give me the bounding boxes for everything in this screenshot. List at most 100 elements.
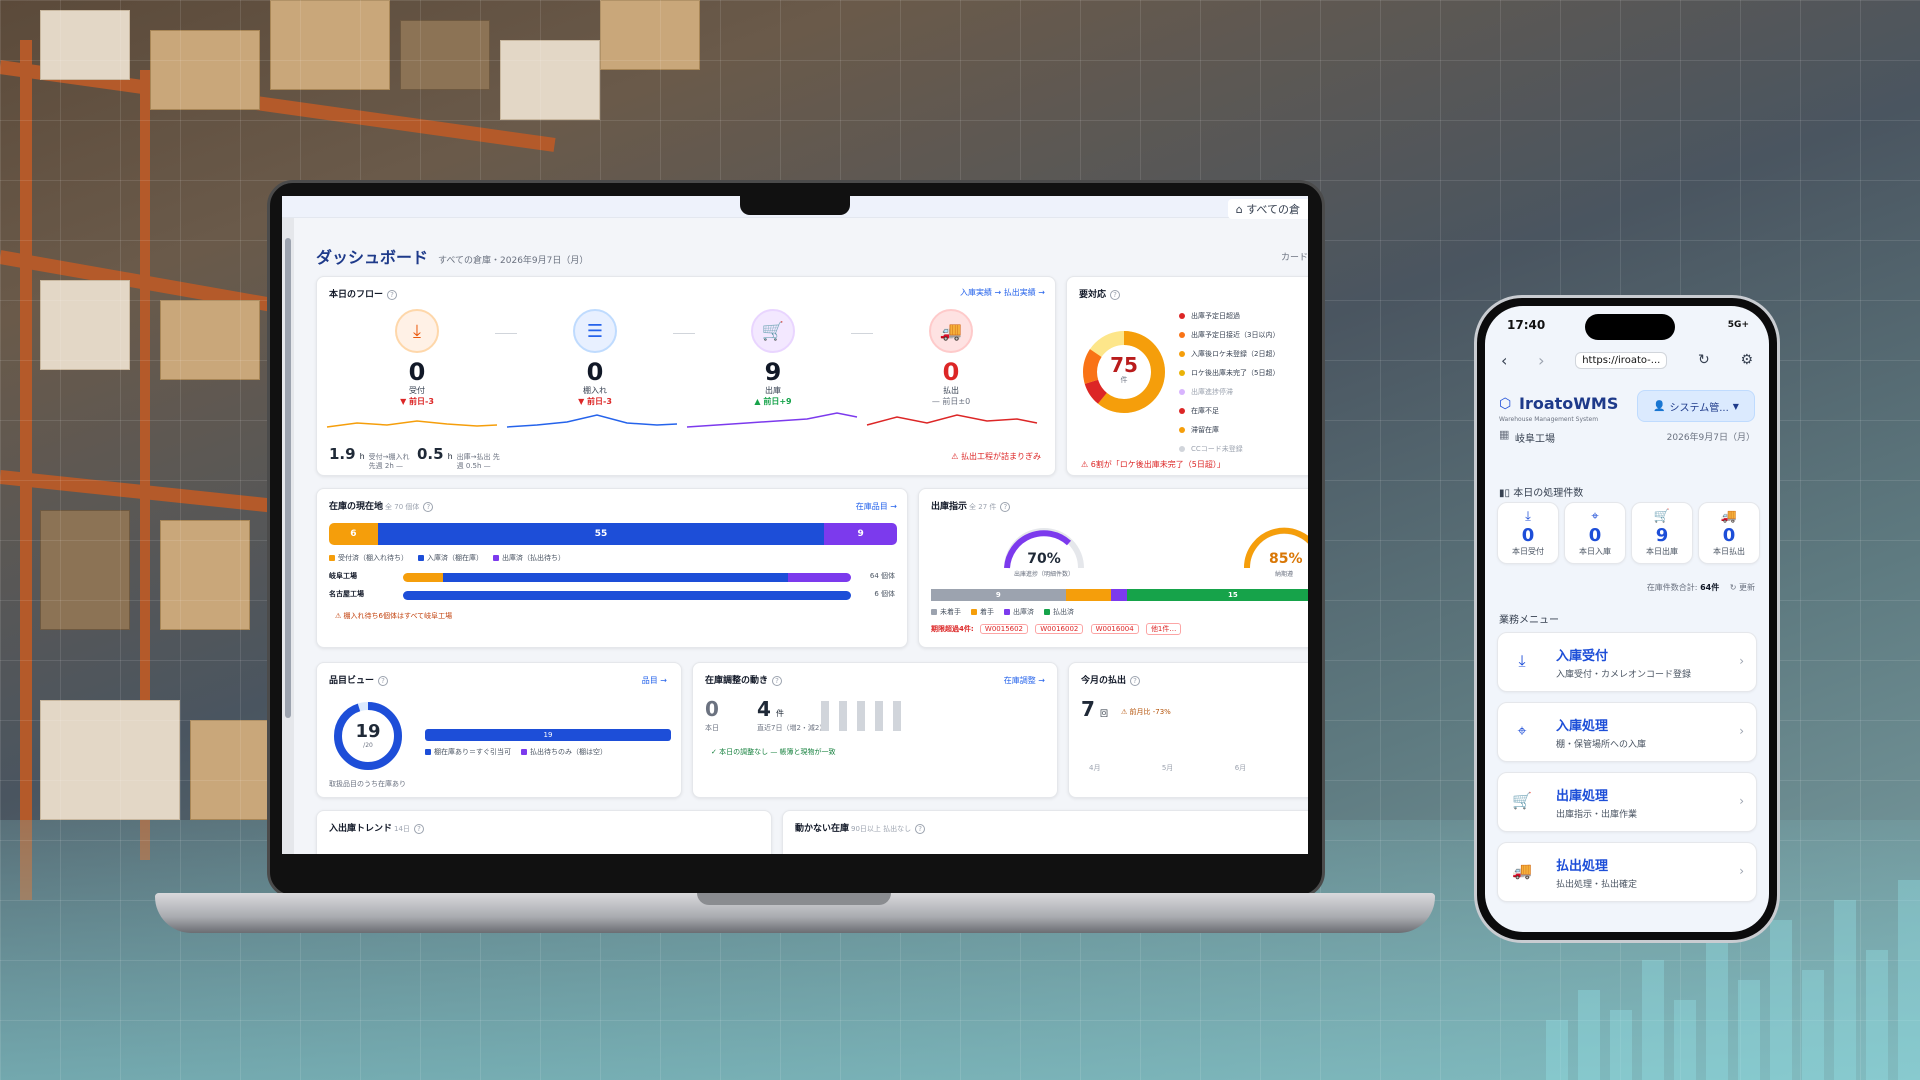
segment-shelved: 55 [377, 523, 825, 545]
warehouse-selector[interactable]: ⌂ すべての倉 [1227, 199, 1308, 219]
help-icon[interactable]: ? [378, 676, 389, 686]
user-menu-button[interactable]: 👤 システム管... ▼ [1637, 390, 1755, 422]
building-icon: ▦ [1499, 428, 1510, 441]
scrollbar[interactable] [282, 218, 294, 854]
reload-icon[interactable]: ↻ [1698, 352, 1710, 368]
back-icon[interactable]: ‹ [1501, 351, 1507, 370]
today-title: ▮▯ 本日の処理件数 [1499, 488, 1584, 499]
help-icon[interactable]: ? [1000, 502, 1011, 512]
site-row-total: 6 個体 [874, 590, 895, 598]
site-row-bar[interactable] [403, 591, 851, 600]
truck-icon: 🚚 [1720, 509, 1738, 524]
user-icon: 👤 [1653, 400, 1666, 412]
chevron-right-icon: › [1739, 724, 1744, 738]
help-icon[interactable]: ? [1130, 676, 1141, 686]
site-row-total: 64 個体 [869, 572, 895, 580]
stock-location-title: 在庫の現在地全 70 個体? [329, 499, 434, 512]
flow-item-dispatch[interactable]: 🚚 0 払出 — 前日±0 [901, 309, 1001, 407]
flow-value: 9 [764, 358, 782, 386]
flow-value: 0 [408, 358, 426, 386]
trend-title: 入出庫トレンド 14日? [329, 821, 424, 834]
site-row-bar[interactable] [403, 573, 851, 582]
attention-card: 要対応? 75 件 出庫予定日超過 出庫予定日接近（3日以内） 入庫後ロケ未登録… [1066, 276, 1308, 476]
attention-item[interactable]: 出庫予定日超過 [1179, 307, 1279, 326]
flow-label: 払出 [943, 386, 959, 395]
chevron-down-icon: ▼ [1732, 401, 1739, 411]
page-title: ダッシュボード [316, 248, 429, 267]
shipping-title: 出庫指示全 27 件? [931, 499, 1011, 512]
ontime-gauge-label: 納期遵 [1275, 571, 1294, 578]
stock-legend: 受付済（棚入れ待ち） 入庫済（棚在庫） 出庫済（払出待ち） [329, 553, 565, 563]
overdue-tag[interactable]: W0016004 [1090, 624, 1139, 634]
items-legend: 棚在庫あり＝すぐ引当可 払出待ちのみ（棚は空） [425, 747, 607, 757]
attention-item[interactable]: 出庫進捗停滞 [1179, 383, 1279, 402]
stock-note: ⚠ 棚入れ待ち6個体はすべて岐阜工場 [335, 612, 453, 620]
stock-items-link[interactable]: 在庫品目 → [856, 501, 897, 512]
help-icon[interactable]: ? [387, 290, 398, 300]
stat-receive[interactable]: ⤓ 0 本日受付 [1497, 502, 1559, 564]
shipping-stack-bar[interactable]: 9 15 [931, 589, 1308, 601]
help-icon[interactable]: ? [413, 824, 424, 834]
stat-ship[interactable]: 🛒 9 本日出庫 [1631, 502, 1693, 564]
site-row-label: 岐阜工場 [329, 572, 357, 580]
download-icon: ⤓ [395, 309, 439, 353]
attention-item[interactable]: 出庫予定日接近（3日以内） [1179, 326, 1279, 345]
menu-item-receive[interactable]: ⤓ 入庫受付 入庫受付・カメレオンコード登録 › [1497, 632, 1757, 692]
menu-item-dispatch[interactable]: 🚚 払出処理 払出処理・払出確定 › [1497, 842, 1757, 902]
overdue-row: 期限超過4件: W0015602 W0016002 W0016004 他1件… [931, 623, 1186, 635]
flow-warning: ⚠ 払出工程が詰まりぎみ [951, 452, 1041, 461]
truck-icon: 🚚 [1512, 861, 1532, 880]
site-row-label: 名古屋工場 [329, 590, 364, 598]
monthly-value: 7 回 [1081, 697, 1109, 721]
overdue-tag[interactable]: W0016002 [1035, 624, 1084, 634]
items-link[interactable]: 品目 → [642, 675, 667, 686]
url-field[interactable]: https://iroato-... [1575, 351, 1668, 369]
attention-item[interactable]: CCコード未登録 [1179, 440, 1279, 459]
items-bar[interactable]: 19 [425, 729, 671, 741]
status-network: 5G+ [1727, 320, 1749, 330]
overdue-tag[interactable]: W0015602 [979, 624, 1029, 634]
refresh-button[interactable]: ↻ 更新 [1730, 583, 1755, 592]
adjust-week: 4 件 [757, 697, 785, 721]
attention-item[interactable]: ロケ後出庫未完了（5日超） [1179, 364, 1279, 383]
flow-item-shelve[interactable]: ☰ 0 棚入れ ▼ 前日-3 [545, 309, 645, 407]
forward-icon[interactable]: › [1538, 351, 1544, 370]
flow-links[interactable]: 入庫実績 → 払出実績 → [960, 287, 1045, 298]
items-ring-value: 19 /20 [355, 721, 381, 749]
help-icon[interactable]: ? [423, 502, 434, 512]
menu-item-putaway[interactable]: ⌖ 入庫処理 棚・保管場所への入庫 › [1497, 702, 1757, 762]
stat-dispatch[interactable]: 🚚 0 本日払出 [1698, 502, 1760, 564]
attention-item[interactable]: 入庫後ロケ未登録（2日超） [1179, 345, 1279, 364]
overdue-tag[interactable]: 他1件… [1145, 623, 1182, 635]
monthly-title: 今月の払出? [1081, 673, 1141, 686]
chevron-right-icon: › [1739, 794, 1744, 808]
attention-item[interactable]: 滞留在庫 [1179, 421, 1279, 440]
card-settings-link[interactable]: カード [1281, 250, 1308, 263]
help-icon[interactable]: ? [915, 824, 926, 834]
menu-title: 業務メニュー [1499, 615, 1559, 626]
menu-item-ship[interactable]: 🛒 出庫処理 出庫指示・出庫作業 › [1497, 772, 1757, 832]
flow-value: 0 [942, 358, 960, 386]
flow-label: 棚入れ [583, 386, 607, 395]
flow-diff: ▼ 前日-3 [400, 397, 434, 406]
help-icon[interactable]: ? [1110, 290, 1121, 300]
stock-stack-bar[interactable]: 6 55 9 [329, 523, 897, 545]
attention-item[interactable]: 在庫不足 [1179, 402, 1279, 421]
browser-bar: ‹ › https://iroato-... ↻ ⚙ [1495, 342, 1759, 378]
chevron-right-icon: › [1739, 864, 1744, 878]
attention-list: 出庫予定日超過 出庫予定日接近（3日以内） 入庫後ロケ未登録（2日超） ロケ後出… [1179, 307, 1279, 459]
cart-icon: 🛒 [751, 309, 795, 353]
download-icon: ⤓ [1525, 509, 1531, 524]
adjustment-card: 在庫調整の動き? 在庫調整 → 0 本日 4 件 直近7日（増2・減2） ✓ 本… [692, 662, 1058, 798]
cart-icon: 🛒 [1512, 791, 1532, 810]
flow-item-ship[interactable]: 🛒 9 出庫 ▲ 前日+9 [723, 309, 823, 407]
gear-icon[interactable]: ⚙ [1740, 352, 1753, 368]
progress-gauge-value: 70% [1027, 551, 1061, 567]
items-caption: 取扱品目のうち在庫あり [329, 780, 406, 788]
location-icon: ⌖ [1591, 509, 1599, 524]
flow-item-receive[interactable]: ⤓ 0 受付 ▼ 前日-3 [367, 309, 467, 407]
stat-shelve[interactable]: ⌖ 0 本日入庫 [1564, 502, 1626, 564]
flow-label: 出庫 [765, 386, 781, 395]
help-icon[interactable]: ? [772, 676, 783, 686]
adjustment-link[interactable]: 在庫調整 → [1004, 675, 1045, 686]
